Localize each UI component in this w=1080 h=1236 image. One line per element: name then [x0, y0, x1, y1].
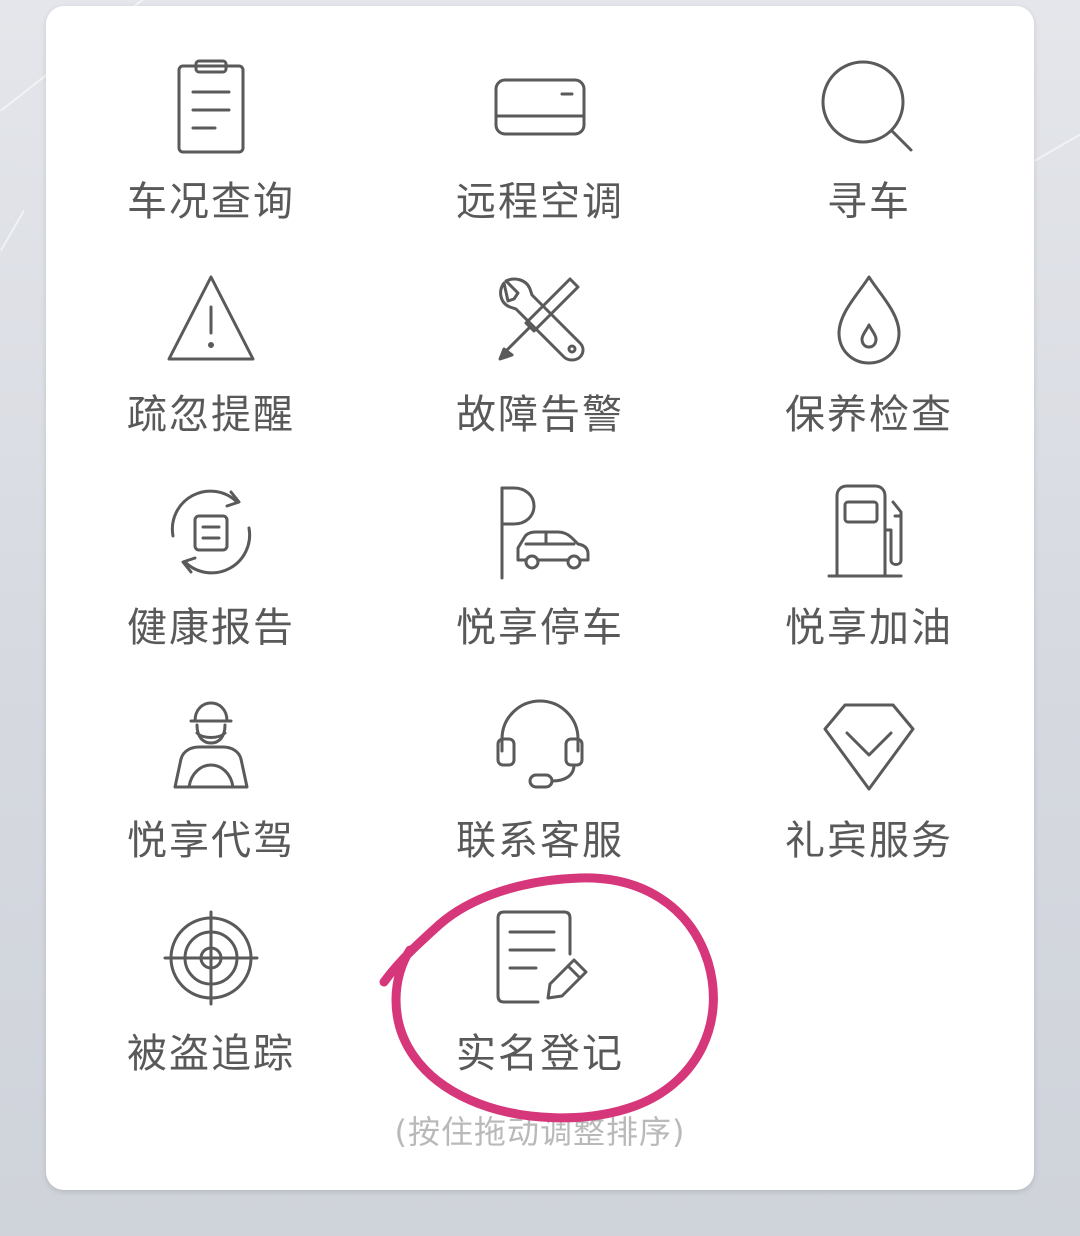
service-tile-negligence-reminder[interactable]: 疏忽提醒 — [46, 219, 376, 438]
service-tile-customer-service[interactable]: 联系客服 — [375, 645, 705, 864]
clipboard-icon — [161, 56, 261, 156]
service-label: 礼宾服务 — [785, 818, 953, 864]
document-edit-icon — [490, 908, 590, 1008]
service-tile-theft-tracking[interactable]: 被盗追踪 — [46, 858, 376, 1077]
service-tile-fuel[interactable]: 悦享加油 — [704, 432, 1034, 651]
service-tile-fault-alarm[interactable]: 故障告警 — [375, 219, 705, 438]
warning-icon — [161, 269, 261, 369]
service-tile-concierge[interactable]: 礼宾服务 — [704, 645, 1034, 864]
headset-icon — [490, 695, 590, 795]
service-tile-maintenance-check[interactable]: 保养检查 — [704, 219, 1034, 438]
oil-drop-icon — [819, 269, 919, 369]
background-decor-line — [1034, 100, 1080, 162]
fuel-pump-icon — [819, 482, 919, 582]
service-grid: 车况查询 远程空调 寻车 疏忽提醒 故障告警 保养检查 健康报告 悦享停车 悦享… — [46, 6, 1034, 1190]
service-label: 实名登记 — [456, 1031, 624, 1077]
service-tile-find-car[interactable]: 寻车 — [704, 6, 1034, 225]
driver-icon — [161, 695, 261, 795]
search-icon — [819, 56, 919, 156]
drag-sort-hint: (按住拖动调整排序) — [394, 1113, 686, 1151]
parking-car-icon — [490, 482, 590, 582]
wrench-screwdriver-icon — [490, 269, 590, 369]
air-conditioner-icon — [490, 56, 590, 156]
service-label: 被盗追踪 — [127, 1031, 295, 1077]
service-tile-car-status[interactable]: 车况查询 — [46, 6, 376, 225]
background-decor-line — [0, 210, 25, 251]
service-tile-real-name-registration[interactable]: 实名登记 — [375, 858, 705, 1077]
services-panel: 车况查询 远程空调 寻车 疏忽提醒 故障告警 保养检查 健康报告 悦享停车 悦享… — [46, 6, 1034, 1190]
service-tile-remote-ac[interactable]: 远程空调 — [375, 6, 705, 225]
service-tile-designated-driver[interactable]: 悦享代驾 — [46, 645, 376, 864]
service-tile-health-report[interactable]: 健康报告 — [46, 432, 376, 651]
target-icon — [161, 908, 261, 1008]
report-refresh-icon — [161, 482, 261, 582]
diamond-icon — [819, 695, 919, 795]
service-tile-parking[interactable]: 悦享停车 — [375, 432, 705, 651]
